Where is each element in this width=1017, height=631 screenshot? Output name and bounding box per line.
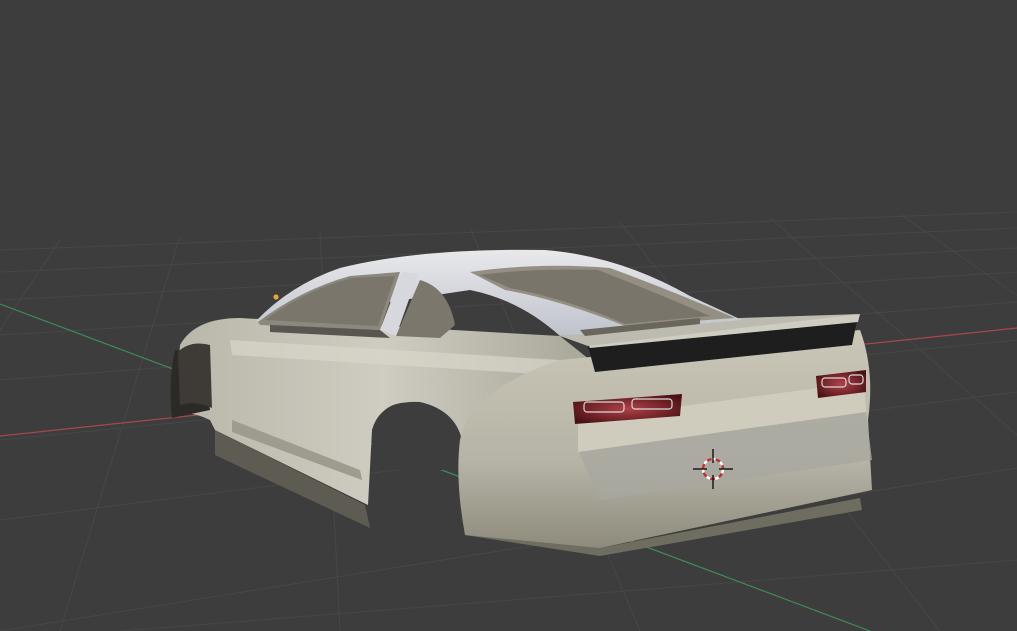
viewport-canvas[interactable] <box>0 0 1017 631</box>
object-origin-dot[interactable] <box>273 294 279 300</box>
3d-viewport[interactable] <box>0 0 1017 631</box>
